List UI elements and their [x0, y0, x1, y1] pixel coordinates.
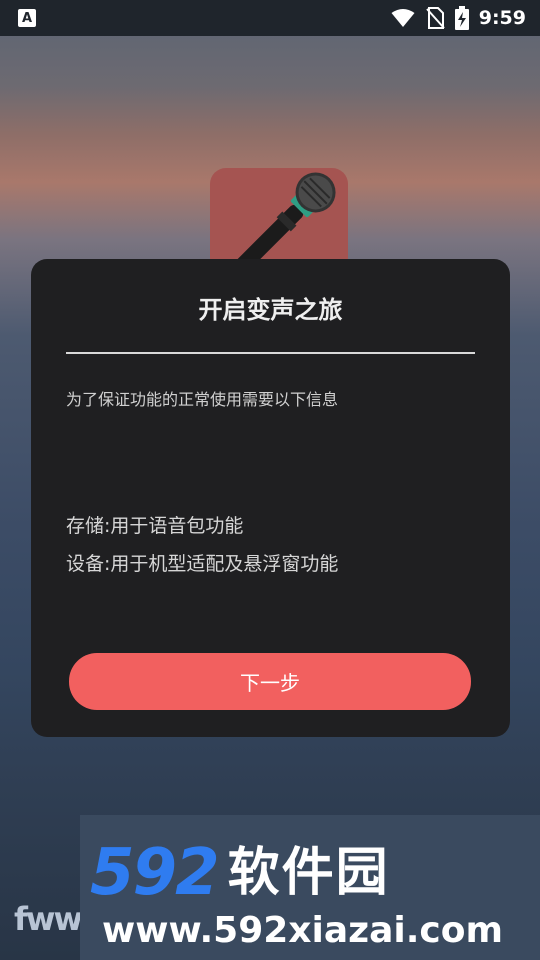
watermark-brand-name: 软件园	[227, 843, 390, 903]
permission-storage: 存储:用于语音包功能	[66, 515, 244, 537]
app-notification-icon: A	[18, 9, 36, 27]
status-clock: 9:59	[478, 7, 526, 29]
dialog-title: 开启变声之旅	[198, 296, 343, 324]
wifi-icon	[391, 9, 415, 27]
next-step-button[interactable]: 下一步	[69, 653, 471, 710]
watermark-brand-number: 592	[90, 836, 220, 910]
status-bar: A 9:59	[0, 0, 540, 36]
status-icons: 9:59	[391, 0, 526, 36]
watermark-banner: 592 软件园 www.592xiazai.com	[80, 815, 540, 960]
watermark-brand: 592 软件园	[90, 841, 390, 905]
battery-charging-icon	[454, 6, 469, 30]
no-sim-icon	[425, 7, 445, 29]
permission-dialog: 开启变声之旅 为了保证功能的正常使用需要以下信息 存储:用于语音包功能 设备:用…	[31, 259, 510, 737]
dialog-intro-text: 为了保证功能的正常使用需要以下信息	[66, 390, 339, 409]
watermark-url: www.592xiazai.com	[102, 910, 503, 951]
permission-device: 设备:用于机型适配及悬浮窗功能	[66, 553, 339, 575]
watermark-fragment: fww	[14, 900, 83, 938]
title-divider	[66, 352, 475, 354]
